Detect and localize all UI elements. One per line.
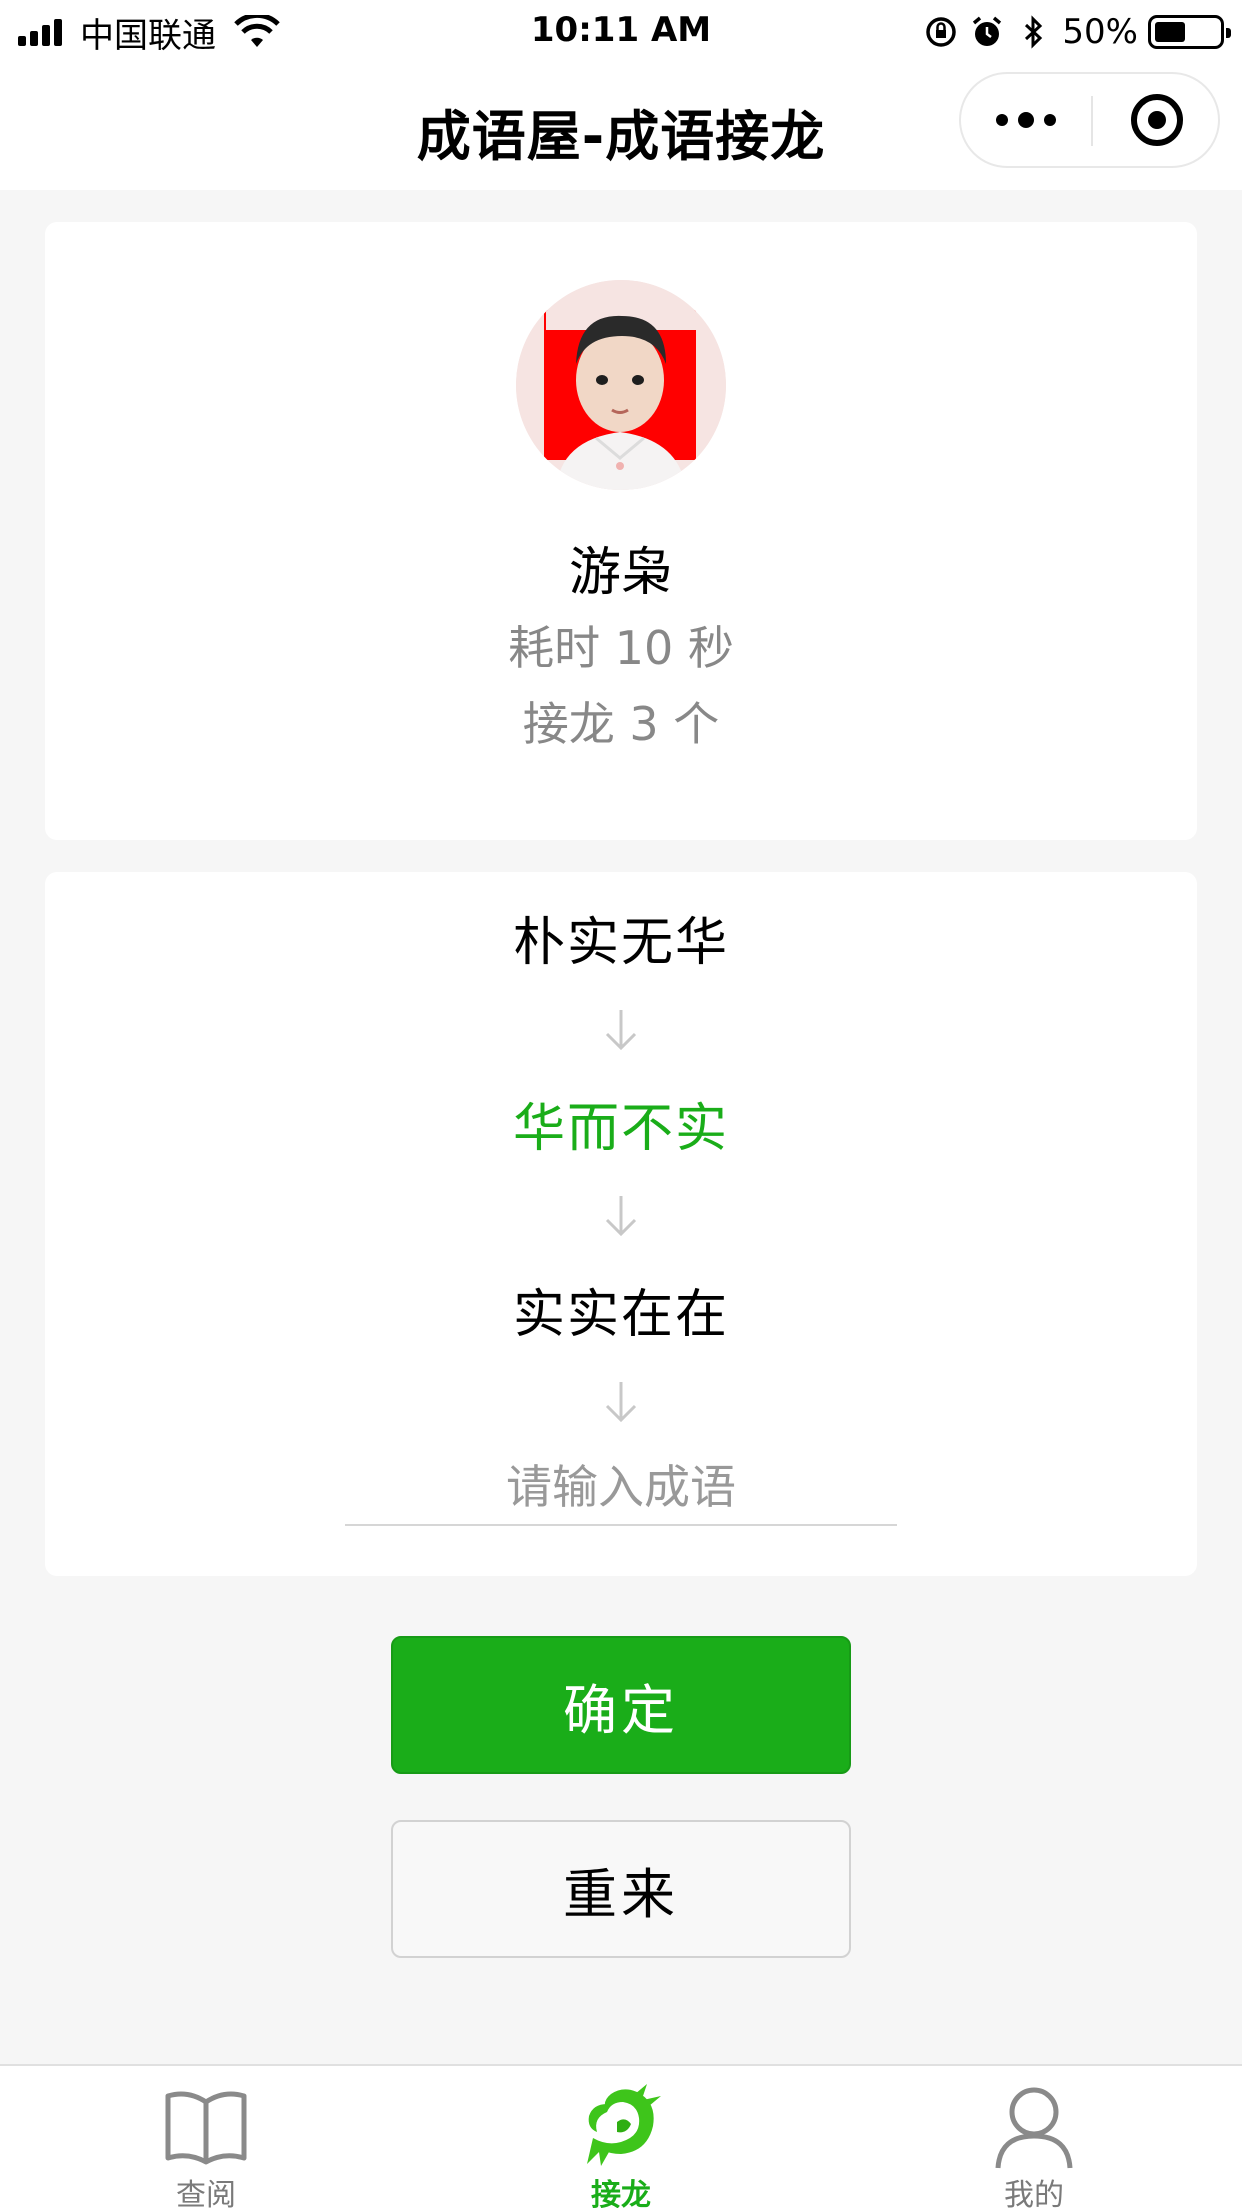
arrow-down-icon (605, 1382, 637, 1423)
alarm-icon (973, 16, 1002, 46)
status-bar: 中国联通 10:11 AM 50% (0, 0, 1242, 62)
user-name: 游枭 (568, 543, 673, 603)
tab-label: 我的 (1004, 2178, 1064, 2208)
dragon-icon (587, 2084, 661, 2166)
target-close-icon[interactable] (1093, 74, 1220, 166)
status-right: 50% (924, 10, 1231, 54)
bluetooth-icon (1025, 15, 1043, 49)
arrow-down-icon (605, 1196, 637, 1237)
tab-bar: 查阅 接龙 我的 (0, 2064, 1242, 2208)
more-dots-icon[interactable] (961, 74, 1091, 166)
tab-chain[interactable]: 接龙 (501, 2066, 741, 2208)
tab-lookup[interactable]: 查阅 (86, 2066, 326, 2208)
avatar (516, 280, 726, 490)
idiom-input[interactable] (345, 1450, 897, 1526)
profile-card: 游枭 耗时 10 秒 接龙 3 个 (45, 222, 1197, 840)
tab-label: 接龙 (591, 2178, 651, 2208)
avatar-photo (516, 280, 726, 490)
orientation-lock-icon (926, 17, 957, 47)
confirm-button[interactable]: 确定 (391, 1636, 851, 1774)
nav-bar: 成语屋-成语接龙 (0, 62, 1242, 190)
chain-idiom: 朴实无华 (512, 913, 729, 973)
menu-capsule (959, 72, 1220, 168)
arrow-down-icon (605, 1010, 637, 1051)
tab-mine[interactable]: 我的 (914, 2066, 1154, 2208)
chain-count: 接龙 3 个 (522, 697, 720, 751)
book-icon (165, 2091, 247, 2165)
battery-percent: 50% (1062, 12, 1138, 52)
battery-icon (1148, 15, 1231, 49)
restart-button[interactable]: 重来 (391, 1820, 851, 1958)
idiom-chain-card: 朴实无华 华而不实 实实在在 (45, 872, 1197, 1576)
time-used: 耗时 10 秒 (508, 621, 734, 675)
tab-label: 查阅 (176, 2178, 236, 2208)
person-icon (995, 2087, 1073, 2169)
chain-idiom-highlighted: 华而不实 (512, 1099, 729, 1159)
chain-idiom: 实实在在 (512, 1285, 729, 1345)
